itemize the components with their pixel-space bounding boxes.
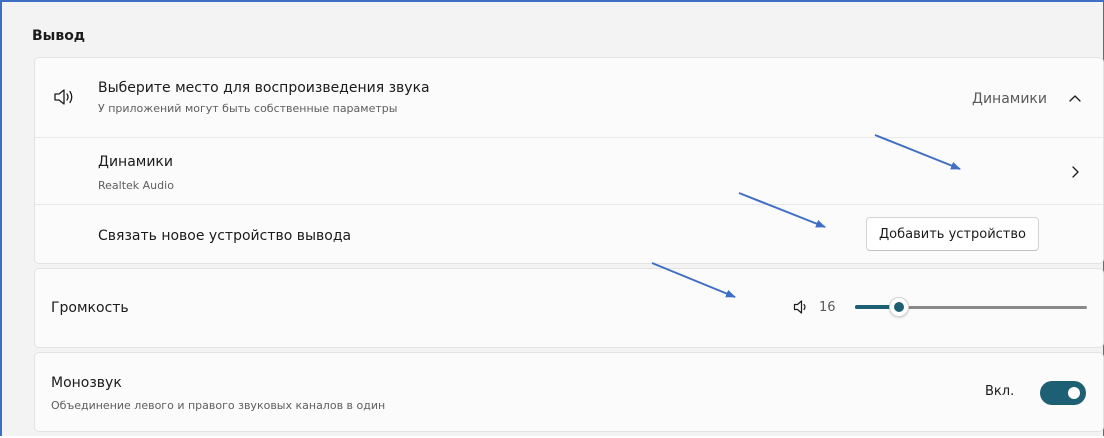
pair-device-label: Связать новое устройство вывода <box>98 228 352 244</box>
volume-slider-thumb[interactable] <box>889 297 909 317</box>
output-card: Выберите место для воспроизведения звука… <box>34 57 1104 264</box>
speaker-sound-icon <box>54 89 73 105</box>
add-device-button[interactable]: Добавить устройство <box>866 217 1039 251</box>
chevron-up-icon[interactable] <box>1068 93 1082 103</box>
pair-device-row: Связать новое устройство вывода Добавить… <box>35 205 1103 264</box>
output-select-title: Выберите место для воспроизведения звука <box>98 80 430 96</box>
device-driver: Realtek Audio <box>98 179 174 192</box>
mono-audio-state-label: Вкл. <box>985 384 1015 399</box>
device-item-speakers[interactable]: Динамики Realtek Audio <box>35 138 1103 204</box>
mono-audio-card: Монозвук Объединение левого и правого зв… <box>34 352 1104 432</box>
device-name: Динамики <box>98 154 173 170</box>
settings-window: Вывод Выберите место для воспроизведения… <box>0 0 1104 436</box>
volume-value: 16 <box>819 300 836 315</box>
volume-card: Громкость 16 <box>34 268 1104 348</box>
chevron-right-icon <box>1072 166 1079 178</box>
section-title-output: Вывод <box>32 28 86 44</box>
speaker-icon[interactable] <box>793 299 809 315</box>
volume-label: Громкость <box>51 300 129 316</box>
toggle-knob <box>1068 387 1080 399</box>
mono-audio-title: Монозвук <box>51 375 122 391</box>
volume-slider[interactable] <box>855 297 1087 319</box>
output-select-subtitle: У приложений могут быть собственные пара… <box>98 102 398 115</box>
current-device-label: Динамики <box>972 91 1047 107</box>
output-select-row[interactable]: Выберите место для воспроизведения звука… <box>35 58 1103 137</box>
mono-audio-toggle[interactable] <box>1040 381 1086 405</box>
mono-audio-subtitle: Объединение левого и правого звуковых ка… <box>51 399 386 412</box>
